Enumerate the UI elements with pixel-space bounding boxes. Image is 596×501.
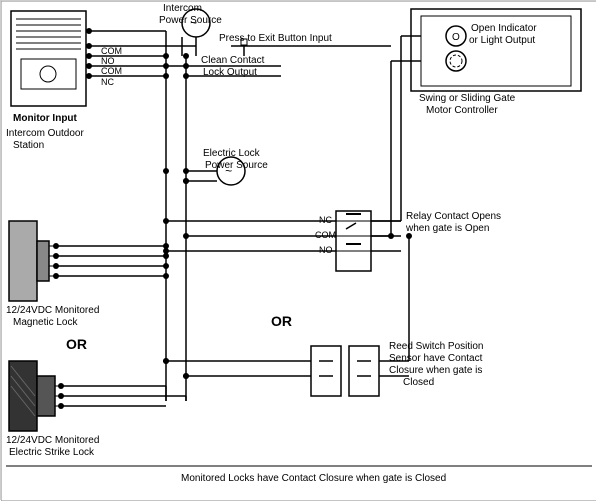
svg-text:or Light Output: or Light Output [469, 35, 535, 46]
svg-text:Swing or Sliding Gate: Swing or Sliding Gate [419, 93, 516, 104]
wiring-diagram: COM NO COM NC ~ ~ [0, 0, 596, 500]
svg-text:OR: OR [66, 336, 87, 352]
svg-text:Station: Station [13, 140, 44, 151]
svg-text:Power Source: Power Source [205, 160, 268, 171]
svg-text:Intercom: Intercom [163, 3, 202, 14]
svg-text:12/24VDC Monitored: 12/24VDC Monitored [6, 305, 99, 316]
svg-text:Closed: Closed [403, 377, 434, 388]
svg-text:Reed Switch Position: Reed Switch Position [389, 341, 484, 352]
svg-text:COM: COM [315, 230, 336, 240]
svg-text:Press to Exit Button Input: Press to Exit Button Input [219, 33, 332, 44]
svg-text:Sensor have Contact: Sensor have Contact [389, 353, 483, 364]
svg-text:COM: COM [101, 66, 122, 76]
svg-text:NC: NC [319, 215, 332, 225]
svg-text:Closure when gate is: Closure when gate is [389, 365, 482, 376]
svg-text:NO: NO [319, 245, 333, 255]
svg-text:Electric Lock: Electric Lock [203, 148, 261, 159]
svg-text:Clean Contact: Clean Contact [201, 55, 265, 66]
svg-text:when gate is Open: when gate is Open [405, 223, 489, 234]
svg-text:Motor Controller: Motor Controller [426, 105, 498, 116]
svg-text:NC: NC [101, 77, 114, 87]
svg-text:Lock Output: Lock Output [203, 67, 257, 78]
svg-text:12/24VDC Monitored: 12/24VDC Monitored [6, 435, 99, 446]
svg-text:Magnetic Lock: Magnetic Lock [13, 317, 78, 328]
svg-text:Open Indicator: Open Indicator [471, 23, 537, 34]
svg-text:Monitor Input: Monitor Input [13, 113, 78, 124]
svg-text:Monitored Locks have Contact C: Monitored Locks have Contact Closure whe… [181, 473, 446, 484]
svg-text:Power Source: Power Source [159, 15, 222, 26]
svg-text:NO: NO [101, 56, 115, 66]
svg-text:Intercom Outdoor: Intercom Outdoor [6, 128, 84, 139]
svg-text:Relay Contact Opens: Relay Contact Opens [406, 211, 501, 222]
svg-text:Electric Strike Lock: Electric Strike Lock [9, 447, 95, 458]
svg-text:COM: COM [101, 46, 122, 56]
svg-text:OR: OR [271, 313, 292, 329]
svg-text:O: O [452, 32, 460, 43]
